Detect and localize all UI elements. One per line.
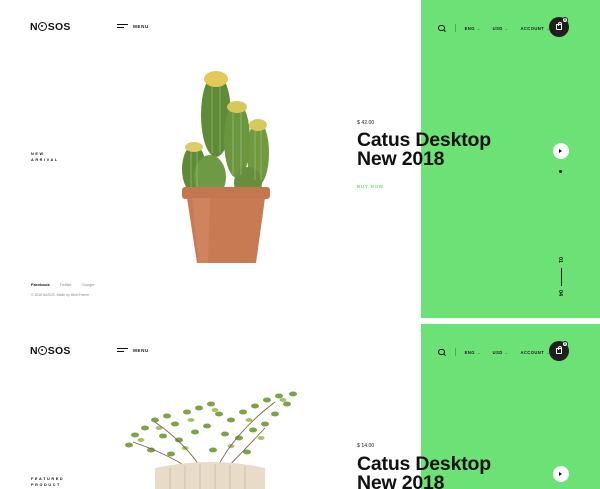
slide-progress-line — [561, 268, 562, 286]
logo-text-right: SOS — [47, 345, 71, 357]
hero-slide-new-arrival: NSOS MENU ENG⌄ USD⌄ ACCOUNT⌄ 0 NEW ARRIV… — [0, 0, 600, 318]
play-arrow-icon — [559, 471, 563, 476]
product-title: Catus Desktop New 2018 — [357, 130, 491, 170]
next-slide-button[interactable] — [553, 466, 569, 482]
menu-button[interactable]: MENU — [117, 348, 149, 353]
account-dropdown[interactable]: ACCOUNT⌄ — [520, 26, 550, 31]
language-label: ENG — [464, 349, 475, 355]
chevron-down-icon: ⌄ — [504, 25, 509, 31]
social-link-twitter[interactable]: Twitter — [60, 282, 72, 287]
currency-dropdown[interactable]: USD ⌄ — [493, 26, 509, 31]
next-slide-button[interactable] — [553, 143, 569, 159]
shopping-bag-icon — [556, 346, 563, 354]
search-icon[interactable] — [438, 348, 445, 356]
brand-logo[interactable]: N SOS — [30, 345, 71, 357]
language-dropdown[interactable]: ENG ⌄ — [465, 350, 481, 355]
currency-dropdown[interactable]: USD ⌄ — [493, 350, 509, 355]
shopping-bag-icon — [556, 22, 563, 30]
product-image-succulent — [115, 390, 305, 489]
copyright-text: © 2018 NASOS. Made by MixinTheme — [31, 293, 90, 297]
product-price: $ 42.00 — [357, 120, 375, 126]
product-title: Catus Desktop New 2018 — [357, 454, 491, 489]
slide-counter-total: 04 — [557, 289, 564, 297]
logo-text-left: N — [30, 21, 38, 33]
menu-label: MENU — [133, 24, 149, 29]
section-label: FEATURED PRODUCT — [31, 476, 71, 488]
menu-button[interactable]: MENU — [117, 24, 149, 29]
search-icon[interactable] — [438, 24, 445, 32]
logo-mark-icon — [38, 22, 48, 31]
logo-text-right: SOS — [47, 21, 71, 33]
section-label-line-2: PRODUCT — [31, 483, 61, 487]
slide-dot[interactable] — [559, 170, 562, 173]
account-dropdown[interactable]: ACCOUNT⌄ — [520, 350, 550, 355]
language-dropdown[interactable]: ENG ⌄ — [465, 26, 481, 31]
hamburger-icon — [117, 348, 128, 353]
header-nav: ENG⌄ USD⌄ ACCOUNT⌄ — [438, 24, 562, 32]
chevron-down-icon: ⌄ — [476, 25, 481, 31]
social-link-google[interactable]: Google — [81, 282, 94, 287]
cart-count-badge: 0 — [562, 341, 568, 347]
social-links: Facebook Twitter Google — [31, 282, 94, 287]
cart-button[interactable]: 0 — [549, 17, 569, 37]
logo-mark-icon — [38, 346, 48, 355]
menu-label: MENU — [133, 348, 149, 353]
hamburger-icon — [117, 24, 128, 29]
social-link-facebook[interactable]: Facebook — [31, 282, 50, 287]
product-title-line-2: New 2018 — [357, 472, 445, 489]
cart-button[interactable]: 0 — [549, 341, 569, 361]
header-nav: ENG⌄ USD⌄ ACCOUNT⌄ — [438, 348, 562, 356]
language-label: ENG — [464, 25, 475, 31]
account-label: ACCOUNT — [520, 349, 545, 355]
section-label-line-2: ARRIVAL — [31, 158, 59, 162]
play-arrow-icon — [559, 148, 563, 153]
currency-label: USD — [492, 25, 503, 31]
chevron-down-icon: ⌄ — [476, 349, 481, 355]
nav-divider — [455, 348, 456, 356]
product-price: $ 14.00 — [357, 443, 375, 449]
section-label: NEW ARRIVAL — [31, 151, 71, 163]
cart-count-badge: 0 — [562, 17, 568, 23]
chevron-down-icon: ⌄ — [504, 349, 509, 355]
logo-text-left: N — [30, 345, 38, 357]
hero-slide-featured-product: NSOS MENU ENG⌄ USD⌄ ACCOUNT⌄ 0 — [0, 324, 600, 489]
slide-counter-current: 01 — [557, 256, 564, 264]
buy-now-link[interactable]: BUY NOW — [357, 184, 384, 189]
product-image-cactus — [170, 65, 280, 270]
account-label: ACCOUNT — [520, 25, 545, 31]
brand-logo[interactable]: N SOS — [30, 21, 71, 33]
nav-divider — [455, 24, 456, 32]
currency-label: USD — [492, 349, 503, 355]
product-title-line-2: New 2018 — [357, 148, 445, 170]
